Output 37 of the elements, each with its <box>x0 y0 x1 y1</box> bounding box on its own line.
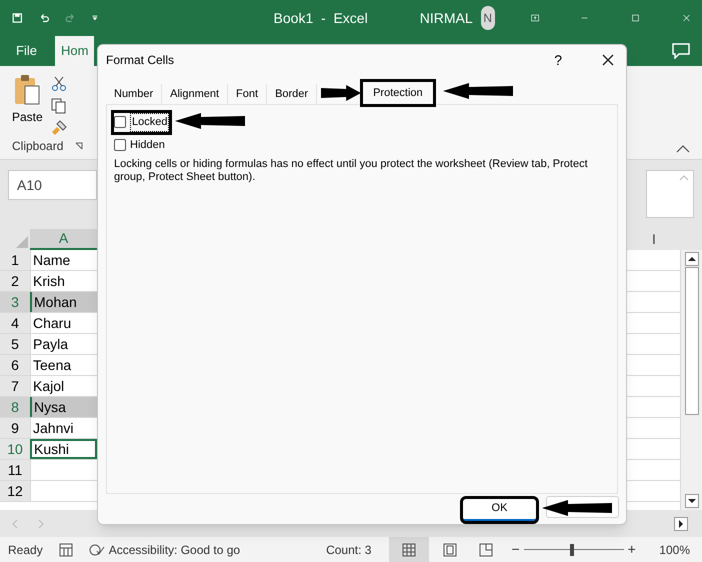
dialog-tab[interactable]: Protection <box>363 82 433 104</box>
group-label: Clipboard <box>12 138 64 155</box>
column-header[interactable]: I <box>628 229 680 250</box>
zoom-in-button[interactable]: + <box>628 539 636 560</box>
name-box[interactable]: A10 <box>8 170 97 200</box>
ok-button[interactable]: OK <box>463 498 536 521</box>
row-header[interactable]: 1 <box>0 250 30 270</box>
table-cell[interactable]: Mohan <box>30 292 97 312</box>
zoom-out-button[interactable]: − <box>511 539 520 560</box>
count-text: Count: 3 <box>326 542 372 558</box>
column-header[interactable]: A <box>30 229 97 250</box>
row-header[interactable]: 8 <box>0 397 30 417</box>
user-name: NIRMAL <box>420 8 473 28</box>
row-header[interactable]: 5 <box>0 334 30 354</box>
ribbon-tab[interactable]: File <box>4 36 49 66</box>
checkbox-option[interactable]: Hidden <box>114 136 165 153</box>
row-header[interactable]: 11 <box>0 460 30 480</box>
status-text: Ready <box>8 542 43 558</box>
zoom-level[interactable]: 100% <box>659 540 690 558</box>
dialog-title: Format Cells <box>106 52 174 69</box>
paste-button[interactable]: Paste <box>12 74 43 136</box>
row-header[interactable]: 10 <box>0 439 30 459</box>
ribbon-tab[interactable]: Hom <box>54 36 94 66</box>
accessibility-status[interactable]: Accessibility: Good to go <box>108 540 240 558</box>
row-header[interactable]: 12 <box>0 481 30 501</box>
help-button[interactable]: ? <box>554 50 562 70</box>
user-avatar[interactable]: N <box>480 6 495 30</box>
table-cell[interactable]: Nysa <box>30 397 97 417</box>
row-header[interactable]: 3 <box>0 292 30 312</box>
row-header[interactable]: 6 <box>0 355 30 375</box>
row-header[interactable]: 7 <box>0 376 30 396</box>
row-header[interactable]: 2 <box>0 271 30 291</box>
protection-note: Locking cells or hiding formulas has no effect until you protect the worksheet (Review tab, Protect group, Protect Sheet button). <box>114 158 589 184</box>
row-header[interactable]: 4 <box>0 313 30 333</box>
row-header[interactable]: 9 <box>0 418 30 438</box>
window-title: Book1 - Excel <box>274 8 368 28</box>
table-cell[interactable]: Kushi <box>30 439 97 459</box>
